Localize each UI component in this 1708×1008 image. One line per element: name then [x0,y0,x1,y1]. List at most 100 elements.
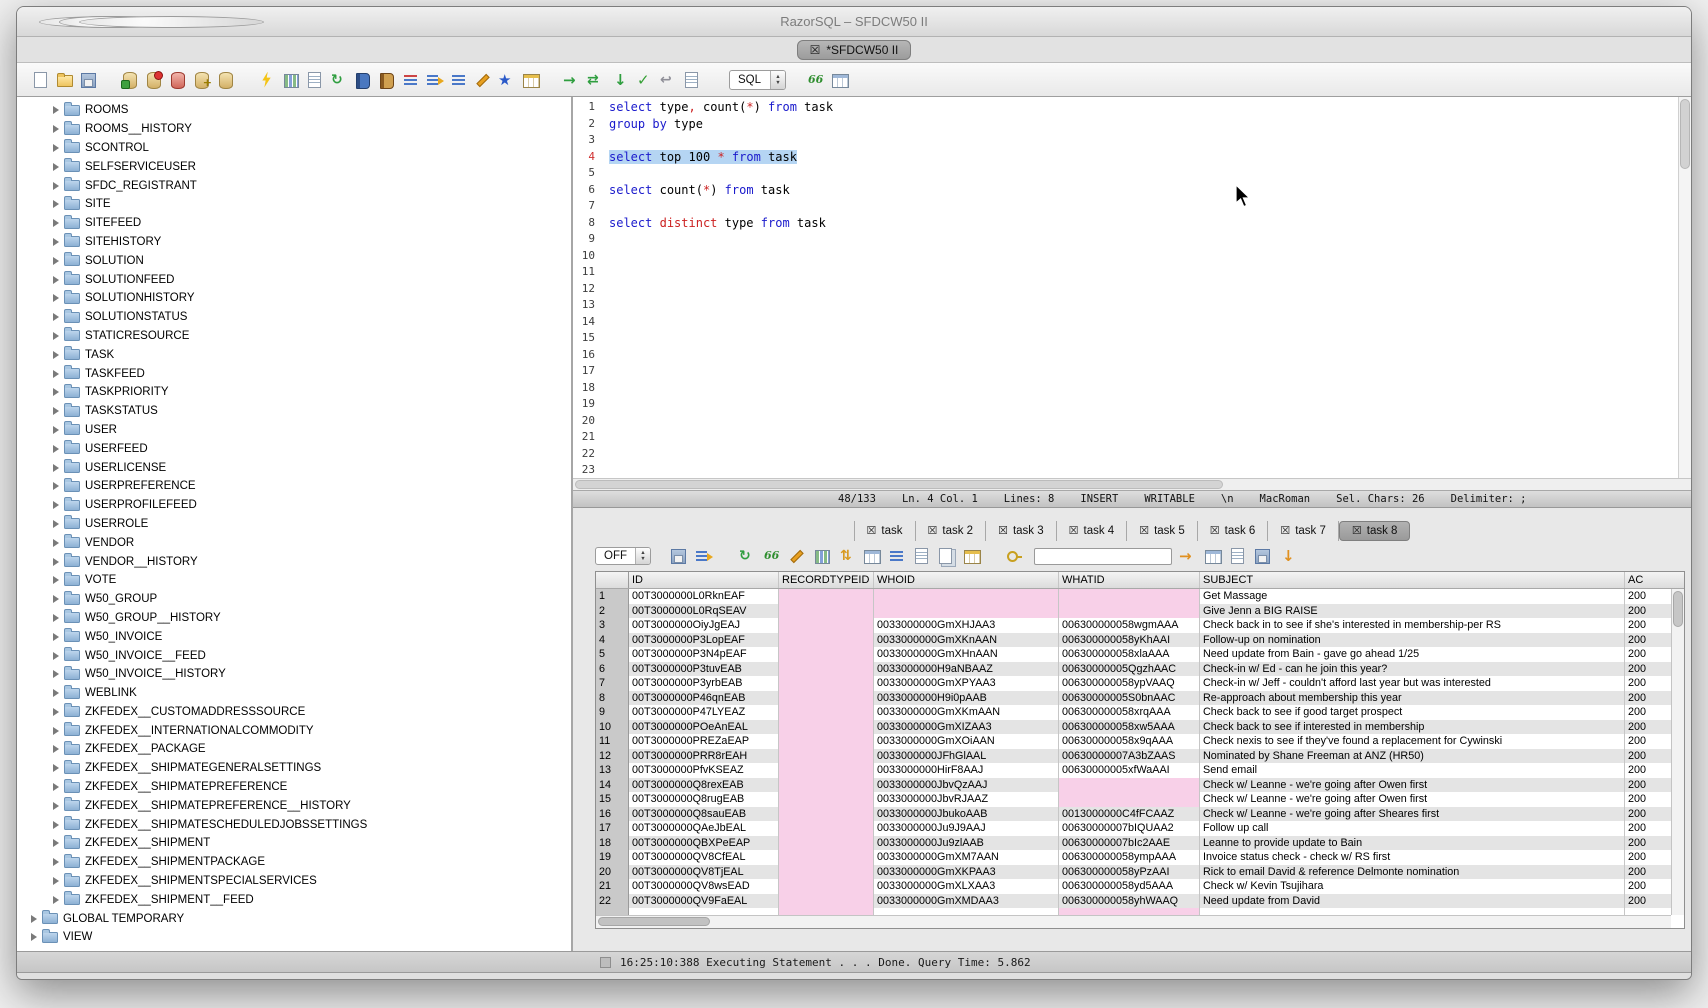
expand-triangle-icon[interactable] [53,332,59,340]
table-vscrollbar[interactable] [1671,589,1684,915]
tree-item-solutionhistory[interactable]: SOLUTIONHISTORY [17,289,571,308]
tree-item-w50_invoice[interactable]: W50_INVOICE [17,627,571,646]
tree-item-site[interactable]: SITE [17,195,571,214]
tab-close-icon[interactable]: ☒ [1069,526,1079,537]
cell[interactable]: 00T3000000Q8rexEAB [629,778,779,793]
refresh-icon[interactable] [329,71,348,89]
expand-triangle-icon[interactable] [53,482,59,490]
cell[interactable]: 00T3000000QBXPeEAP [629,836,779,851]
tree-item-taskstatus[interactable]: TASKSTATUS [17,402,571,421]
cell[interactable] [1059,589,1200,604]
help-book-icon[interactable] [377,71,396,89]
edit-results-icon[interactable] [694,547,713,565]
expand-triangle-icon[interactable] [53,445,59,453]
column-header-ac[interactable]: AC [1625,572,1669,588]
cell[interactable]: 200 [1625,705,1669,720]
cell[interactable] [1059,792,1200,807]
row-number-cell[interactable]: 5 [596,647,629,662]
reload-grid-icon[interactable] [862,547,881,565]
table-row[interactable]: 600T3000000P3tuvEAB0033000000H9aNBAAZ006… [596,662,1671,677]
cell[interactable]: 0033000000JbvQzAAJ [874,778,1059,793]
editor-hscrollbar-thumb[interactable] [575,480,1223,489]
row-number-cell[interactable]: 8 [596,691,629,706]
table-row[interactable]: 200T3000000L0RqSEAVGive Jenn a BIG RAISE… [596,604,1671,619]
results-search-input[interactable] [1034,548,1172,565]
table-header-row[interactable]: IDRECORDTYPEIDWHOIDWHATIDSUBJECTAC [596,572,1684,589]
select-stepper-icon[interactable]: ▲▼ [770,71,785,89]
expand-triangle-icon[interactable] [53,144,59,152]
cell[interactable]: 006300000058ypVAAQ [1059,676,1200,691]
cell[interactable]: 0033000000Ju9J9AAJ [874,821,1059,836]
expand-triangle-icon[interactable] [53,633,59,641]
column-header-recordtypeid[interactable]: RECORDTYPEID [779,572,874,588]
tab-close-icon[interactable]: ☒ [867,526,877,537]
cell[interactable]: 200 [1625,792,1669,807]
alter-table-icon[interactable] [144,71,163,89]
cell[interactable]: 0033000000GmXHJAA3 [874,618,1059,633]
row-number-cell[interactable]: 1 [596,589,629,604]
cell[interactable]: 00630000005S0bnAAC [1059,691,1200,706]
column-header-id[interactable]: ID [629,572,779,588]
drop-table-icon[interactable] [168,71,187,89]
expand-triangle-icon[interactable] [53,745,59,753]
cell[interactable]: Check w/ Leanne - we're going after Shea… [1200,807,1625,822]
create-table-icon[interactable] [192,71,211,89]
expand-triangle-icon[interactable] [53,670,59,678]
sql-editor[interactable]: 1234567891011121314151617181920212223 se… [573,97,1691,478]
insert-row-icon[interactable] [1203,547,1222,565]
tree-item-userrole[interactable]: USERROLE [17,515,571,534]
cell[interactable]: 0033000000HirF8AAJ [874,763,1059,778]
cell[interactable]: 0033000000JbvRJAAZ [874,792,1059,807]
import-table-icon[interactable] [120,71,139,89]
tree-item-selfserviceuser[interactable]: SELFSERVICEUSER [17,157,571,176]
cell[interactable]: 00T3000000P3tuvEAB [629,662,779,677]
expand-triangle-icon[interactable] [53,182,59,190]
expand-triangle-icon[interactable] [53,370,59,378]
expand-triangle-icon[interactable] [53,276,59,284]
cell[interactable]: 0033000000Ju9zlAAB [874,836,1059,851]
tree-item-sitefeed[interactable]: SITEFEED [17,214,571,233]
result-tab-task-8[interactable]: ☒task 8 [1339,521,1411,541]
cell[interactable]: Leanne to provide update to Bain [1200,836,1625,851]
tree-item-w50_invoice__history[interactable]: W50_INVOICE__HISTORY [17,665,571,684]
tree-item-task[interactable]: TASK [17,345,571,364]
table-row[interactable]: 2200T3000000QV9FaEAL0033000000GmXMDAA300… [596,894,1671,909]
cell[interactable]: 006300000058x9qAAA [1059,734,1200,749]
new-file-icon[interactable] [31,71,50,89]
result-tab-task-7[interactable]: ☒task 7 [1268,521,1339,541]
tree-item-scontrol[interactable]: SCONTROL [17,139,571,158]
cell[interactable]: 200 [1625,749,1669,764]
tab-close-icon[interactable]: ☒ [1210,526,1220,537]
view-row-icon[interactable] [762,547,781,565]
table-row[interactable]: 1400T3000000Q8rexEAB0033000000JbvQzAAJCh… [596,778,1671,793]
cell[interactable]: 200 [1625,879,1669,894]
sql-code-area[interactable]: select type, count(*) from taskgroup by … [599,97,1691,478]
cell[interactable]: 00630000007bIQUAA2 [1059,821,1200,836]
auto-commit-stepper-icon[interactable]: ▲▼ [635,548,650,564]
cell[interactable]: 0033000000GmXIZAA3 [874,720,1059,735]
cell[interactable] [874,589,1059,604]
copy-rows-icon[interactable] [937,547,956,565]
cell[interactable]: 00T3000000QV8wsEAD [629,879,779,894]
cell[interactable]: 00T3000000POeAnEAL [629,720,779,735]
tree-item-userprofilefeed[interactable]: USERPROFILEFEED [17,496,571,515]
cell[interactable]: 200 [1625,589,1669,604]
cell[interactable] [779,662,874,677]
search-data-icon[interactable] [1005,547,1024,565]
tree-item-zkfedex__shipmentpackage[interactable]: ZKFEDEX__SHIPMENTPACKAGE [17,853,571,872]
cell[interactable]: 0033000000GmXOiAAN [874,734,1059,749]
table-row[interactable]: 2100T3000000QV8wsEAD0033000000GmXLXAA300… [596,879,1671,894]
cell[interactable]: 0033000000JbukoAAB [874,807,1059,822]
expand-triangle-icon[interactable] [53,501,59,509]
table-row[interactable]: 1900T3000000QV8CfEAL0033000000GmXM7AAN00… [596,850,1671,865]
expand-triangle-icon[interactable] [53,163,59,171]
cell[interactable] [779,778,874,793]
row-number-cell[interactable]: 19 [596,850,629,865]
table-row[interactable]: 1600T3000000Q8sauEAB0033000000JbukoAAB00… [596,807,1671,822]
expand-triangle-icon[interactable] [53,595,59,603]
expand-triangle-icon[interactable] [53,351,59,359]
cell[interactable]: Give Jenn a BIG RAISE [1200,604,1625,619]
tree-item-zkfedex__shipment__feed[interactable]: ZKFEDEX__SHIPMENT__FEED [17,890,571,909]
tree-item-userfeed[interactable]: USERFEED [17,439,571,458]
fetch-all-icon[interactable] [610,71,629,89]
